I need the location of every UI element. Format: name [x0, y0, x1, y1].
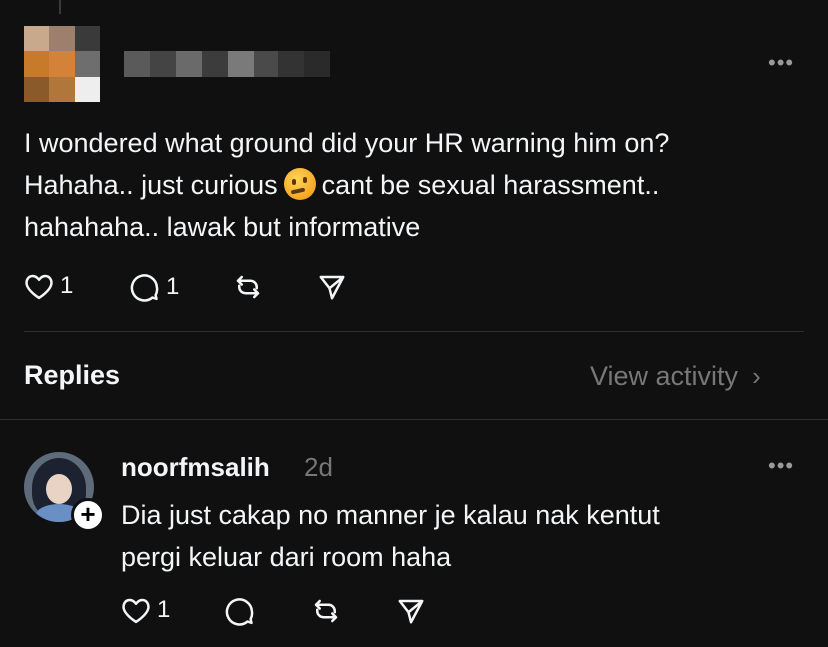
send-icon [398, 599, 424, 624]
reply-share-button[interactable] [395, 596, 427, 626]
view-activity-link[interactable]: View activity › [590, 361, 761, 392]
reply-username[interactable]: noorfmsalih [121, 452, 270, 483]
reply-more-options-icon[interactable]: ••• [768, 455, 794, 477]
repost-icon [314, 599, 338, 623]
comment-icon [130, 274, 159, 302]
reply-like-button[interactable]: 1 [121, 596, 170, 624]
send-icon [319, 275, 345, 300]
thinking-face-icon [283, 168, 316, 200]
divider [24, 331, 804, 332]
divider [0, 419, 828, 420]
more-options-icon[interactable]: ••• [768, 52, 794, 74]
post-text-line1: I wondered what ground did your HR warni… [24, 128, 670, 158]
post-text-line3: hahahaha.. lawak but informative [24, 212, 421, 242]
like-button[interactable]: 1 [24, 272, 73, 300]
post-text-line2a: Hahaha.. just curious [24, 170, 278, 200]
comment-button[interactable]: 1 [130, 272, 179, 302]
repost-icon [236, 275, 260, 299]
repost-button[interactable] [232, 272, 264, 302]
reply-like-count: 1 [157, 596, 171, 623]
post-body: I wondered what ground did your HR warni… [24, 122, 804, 248]
avatar-face [46, 474, 72, 504]
post-text-line2b: cant be sexual harassment.. [321, 170, 660, 200]
share-button[interactable] [316, 272, 348, 302]
like-count: 1 [60, 272, 74, 299]
heart-icon [122, 598, 150, 624]
reply-body: Dia just cakap no manner je kalau nak ke… [121, 500, 660, 572]
reply-comment-button[interactable] [225, 596, 255, 626]
chevron-right-icon: › [752, 361, 761, 391]
replies-heading: Replies [24, 360, 121, 390]
blurred-username[interactable] [124, 51, 330, 77]
follow-plus-icon[interactable]: + [71, 498, 105, 532]
view-activity-label: View activity [590, 361, 739, 391]
reply-timestamp: 2d [304, 452, 333, 482]
reply-repost-button[interactable] [310, 596, 342, 626]
comment-icon [225, 598, 254, 626]
blurred-avatar[interactable] [24, 26, 100, 102]
comment-count: 1 [166, 273, 180, 300]
thread-connector-line [59, 0, 61, 14]
heart-icon [25, 274, 53, 300]
